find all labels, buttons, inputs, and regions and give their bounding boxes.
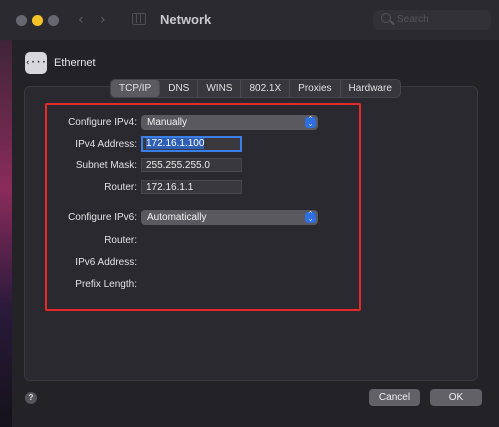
- back-icon[interactable]: ‹: [78, 12, 84, 28]
- highlight-annotation-box: [45, 103, 361, 311]
- desktop-background: [0, 30, 12, 427]
- ethernet-icon: ‹···›: [25, 52, 52, 74]
- tab-bar: TCP/IP DNS WINS 802.1X Proxies Hardware: [110, 79, 401, 98]
- tab-dns[interactable]: DNS: [160, 80, 199, 97]
- tab-wins[interactable]: WINS: [198, 80, 242, 97]
- search-field[interactable]: Search: [373, 10, 491, 30]
- window-title: Network: [160, 12, 212, 27]
- tab-hardware[interactable]: Hardware: [341, 80, 400, 97]
- ok-button[interactable]: OK: [430, 389, 482, 406]
- help-button[interactable]: ?: [25, 392, 37, 404]
- zoom-window-button[interactable]: [48, 15, 59, 26]
- forward-icon[interactable]: ›: [100, 12, 106, 28]
- interface-name: Ethernet: [54, 57, 96, 69]
- minimize-window-button[interactable]: [32, 15, 43, 26]
- tab-proxies[interactable]: Proxies: [290, 80, 341, 97]
- close-window-button[interactable]: [16, 15, 27, 26]
- search-placeholder: Search: [397, 14, 429, 25]
- tab-tcpip[interactable]: TCP/IP: [111, 80, 161, 97]
- search-icon: [381, 13, 391, 23]
- show-all-grid-icon[interactable]: [132, 13, 146, 25]
- title-bar: ‹ › Network Search: [0, 0, 499, 40]
- cancel-button[interactable]: Cancel: [369, 389, 420, 406]
- tab-8021x[interactable]: 802.1X: [241, 80, 291, 97]
